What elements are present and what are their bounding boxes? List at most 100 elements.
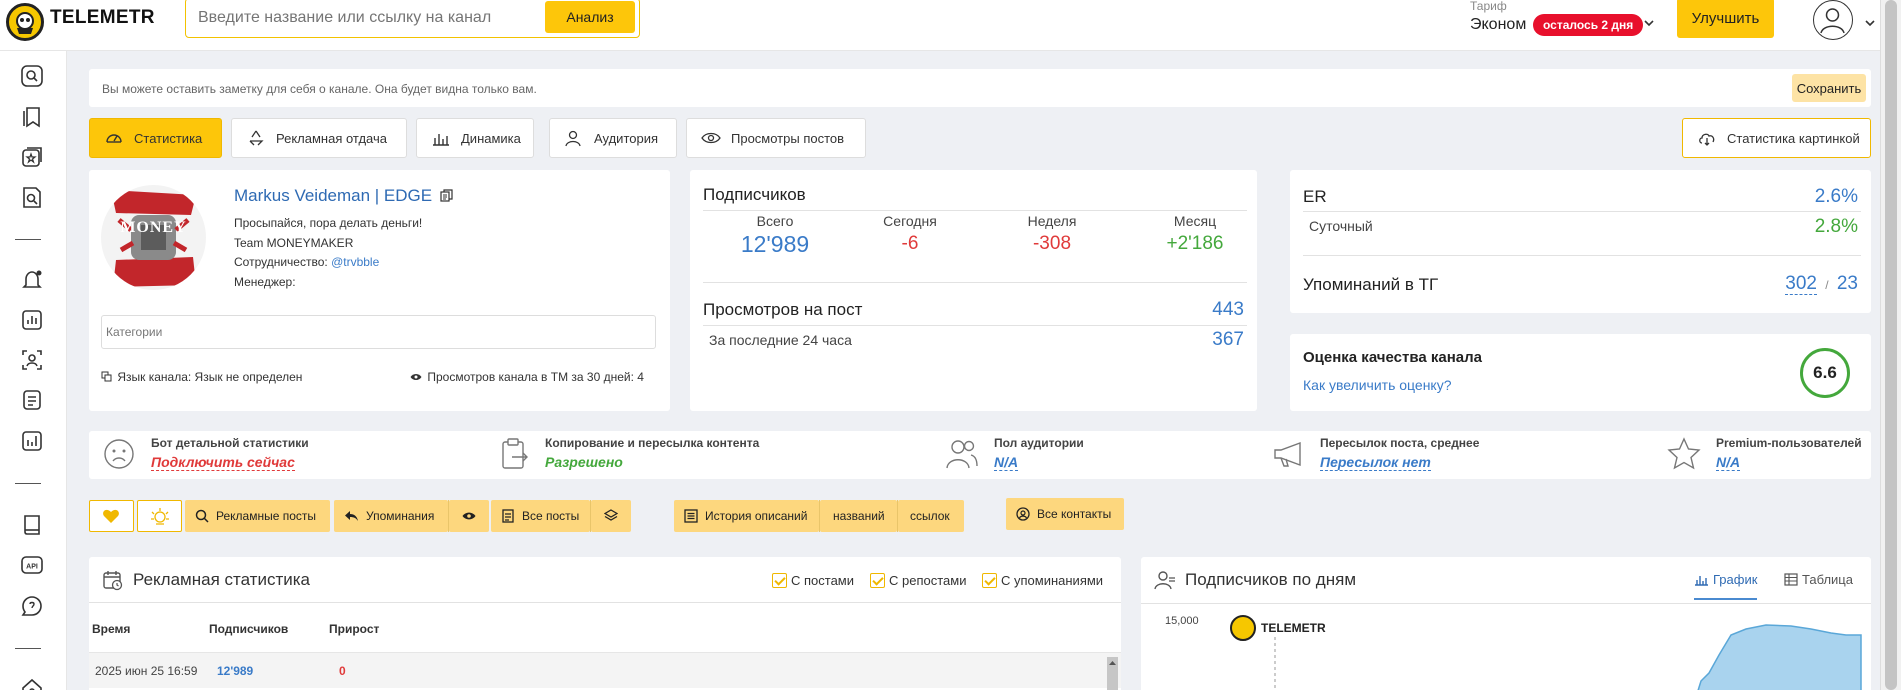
bell-icon[interactable] (20, 268, 44, 292)
analyze-button[interactable]: Анализ (545, 1, 635, 33)
bot-icon (151, 508, 169, 525)
search-input[interactable] (198, 5, 518, 31)
divider (1303, 211, 1861, 212)
info-bar (89, 431, 1871, 479)
tab-label: Просмотры постов (731, 130, 845, 146)
history-label: История описаний (705, 509, 808, 523)
links-history-button[interactable]: ссылок (898, 500, 964, 532)
mentions-views-button[interactable] (449, 500, 489, 532)
with-reposts-checkbox[interactable]: С репостами (870, 573, 966, 588)
telemetr-logo-icon[interactable] (6, 3, 44, 41)
names-history-button[interactable]: названий (820, 500, 897, 532)
table-scrollbar[interactable] (1107, 657, 1118, 690)
subs-days-title: Подписчиков по дням (1185, 570, 1357, 589)
channel-name[interactable]: Markus Veideman | EDGE (234, 186, 453, 206)
channel-name-text[interactable]: Markus Veideman | EDGE (234, 186, 432, 205)
eye-icon (701, 132, 721, 144)
chart-icon (1695, 576, 1708, 586)
recycle-icon (249, 130, 264, 146)
language-icon (101, 371, 112, 382)
all-posts-button[interactable]: Все посты (491, 500, 590, 532)
chevron-down-icon[interactable] (1864, 16, 1876, 28)
all-contacts-button[interactable]: Все контакты (1006, 498, 1124, 530)
column-header-time[interactable]: Время (92, 622, 130, 636)
support-chat-icon[interactable] (20, 594, 44, 618)
info-title: Пересылок поста, среднее (1320, 436, 1480, 450)
er-daily-value: 2.8% (1814, 216, 1858, 237)
checkbox-label: С упоминаниями (1001, 573, 1104, 588)
sidebar-divider (15, 483, 41, 484)
description-history-button[interactable]: История описаний (674, 500, 819, 532)
eye-icon (462, 512, 476, 520)
info-bot: Бот детальной статистики Подключить сейч… (151, 436, 309, 472)
subscribers-title: Подписчиков (703, 185, 806, 204)
tab-audience[interactable]: Аудитория (549, 118, 677, 158)
home-icon[interactable] (20, 677, 44, 690)
chevron-down-icon[interactable] (1643, 16, 1655, 28)
sad-face-icon (104, 439, 134, 469)
search-icon[interactable] (20, 64, 44, 88)
quality-card: Оценка качества канала Как увеличить оце… (1290, 334, 1871, 411)
tab-ad-return[interactable]: Рекламная отдача (231, 118, 407, 158)
with-mentions-checkbox[interactable]: С упоминаниями (982, 573, 1103, 588)
note-input[interactable]: Вы можете оставить заметку для себя о ка… (102, 82, 537, 96)
categories-input[interactable]: Категории (101, 315, 656, 349)
upgrade-button[interactable]: Улучшить (1677, 0, 1774, 38)
scrollbar-thumb[interactable] (1885, 0, 1897, 690)
favorites-icon[interactable] (20, 145, 44, 169)
layers-button[interactable] (591, 500, 631, 532)
coop-link[interactable]: @trvbble (331, 255, 379, 269)
post-search-icon[interactable] (20, 186, 44, 210)
bot-button[interactable] (137, 500, 182, 532)
tariff-label: Тариф (1470, 0, 1507, 13)
ads-icon[interactable] (20, 388, 44, 412)
tariff-badge: осталось 2 дня (1533, 14, 1644, 36)
page-scrollbar[interactable] (1880, 0, 1901, 690)
all-posts-label: Все посты (522, 509, 580, 523)
bookmarks-icon[interactable] (20, 105, 44, 129)
stat-image-button[interactable]: Статистика картинкой (1682, 118, 1871, 158)
ad-posts-button[interactable]: Рекламные посты (185, 500, 330, 532)
clipboard-copy-icon (502, 438, 528, 469)
column-header-subs[interactable]: Подписчиков (209, 622, 288, 636)
book-icon[interactable] (20, 513, 44, 537)
save-note-button[interactable]: Сохранить (1792, 74, 1866, 102)
analytics-icon[interactable] (20, 308, 44, 332)
with-posts-checkbox[interactable]: С постами (772, 573, 854, 588)
mentions-button[interactable]: Упоминания (334, 500, 448, 532)
column-header-growth[interactable]: Прирост (329, 622, 379, 636)
audience-icon[interactable] (20, 348, 44, 372)
favorite-button[interactable] (89, 500, 134, 532)
logo-text[interactable]: TELEMETR (50, 7, 155, 29)
checkbox-checked-icon (982, 573, 997, 588)
subs-week: Неделя -308 (1007, 213, 1097, 255)
subscribers-card: Подписчиков Всего 12'989 Сегодня -6 Неде… (690, 170, 1257, 411)
info-value[interactable]: N/A (1716, 454, 1741, 471)
ad-stats-card: Рекламная статистика С постами С репоста… (89, 557, 1121, 690)
info-value[interactable]: N/A (994, 454, 1019, 471)
svg-text:API: API (26, 564, 38, 571)
subs-total: Всего 12'989 (730, 213, 820, 258)
heart-icon (103, 509, 119, 523)
tab-post-views[interactable]: Просмотры постов (686, 118, 866, 158)
scroll-up-icon[interactable] (1107, 659, 1118, 667)
tab-statistics[interactable]: Статистика (89, 118, 222, 158)
info-value[interactable]: Пересылок нет (1320, 454, 1431, 471)
copy-icon[interactable] (440, 189, 453, 202)
tab-chart[interactable]: График (1694, 572, 1758, 600)
channel-avatar: MONEY MAKER (101, 185, 206, 290)
info-value[interactable]: Подключить сейчас (151, 454, 295, 471)
er-card: ER 2.6% Суточный 2.8% Упоминаний в ТГ 30… (1290, 170, 1871, 313)
subs-month-label: Месяц (1173, 213, 1217, 229)
quality-link[interactable]: Как увеличить оценку? (1303, 377, 1452, 393)
mentions-total[interactable]: 302 (1785, 273, 1817, 295)
tm-views-text: Просмотров канала в ТМ за 30 дней: 4 (427, 370, 644, 384)
tab-dynamics[interactable]: Динамика (416, 118, 534, 158)
mentions-channels[interactable]: 23 (1837, 273, 1858, 294)
api-icon[interactable]: API (20, 553, 44, 577)
report-icon[interactable] (20, 429, 44, 453)
views24-label: За последние 24 часа (709, 332, 852, 348)
row-growth: 0 (339, 664, 346, 678)
user-avatar-icon[interactable] (1813, 0, 1853, 40)
tab-table[interactable]: Таблица (1784, 572, 1853, 587)
